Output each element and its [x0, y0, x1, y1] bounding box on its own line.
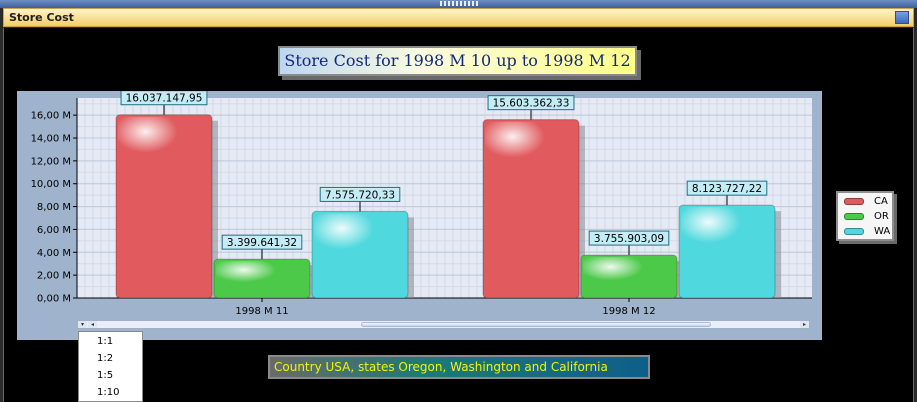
y-tick-label: 12,00 M	[31, 156, 71, 167]
legend-label-ca: CA	[874, 196, 888, 207]
bar-gloss	[681, 207, 773, 268]
chart-subtitle: Country USA, states Oregon, Washington a…	[268, 355, 650, 379]
data-label: 16.037.147,95	[126, 93, 203, 105]
panel-title-bar: Store Cost	[3, 8, 914, 27]
bar-gloss	[216, 261, 308, 296]
x-tick-label: 1998 M 11	[235, 306, 288, 317]
legend-label-wa: WA	[874, 226, 891, 237]
y-tick-label: 0,00 M	[37, 294, 71, 305]
bar-gloss	[118, 116, 210, 177]
zoom-item-1-5[interactable]: 1:5	[97, 370, 113, 381]
legend-swatch-or	[844, 213, 864, 220]
legend-swatch-wa	[844, 228, 864, 235]
x-tick-label: 1998 M 12	[602, 306, 655, 317]
plot-panel: 0,00 M 2,00 M 4,00 M 6,00 M 8,00 M 10,00 M 12,…	[17, 91, 822, 340]
y-tick-label: 4,00 M	[37, 248, 71, 259]
data-label: 3.755.903,09	[594, 233, 664, 245]
scroll-left-icon[interactable]: ◂	[88, 321, 97, 328]
panel-title: Store Cost	[9, 11, 74, 24]
y-tick-label: 16,00 M	[31, 111, 71, 122]
splitter-grip-icon[interactable]	[440, 1, 478, 6]
zoom-menu: 1:1 1:2 1:5 1:10	[78, 331, 143, 402]
data-label: 15.603.362,33	[493, 98, 570, 110]
legend-swatch-ca	[844, 198, 864, 205]
zoom-item-1-10[interactable]: 1:10	[97, 387, 119, 398]
chart-title: Store Cost for 1998 M 10 up to 1998 M 12	[278, 46, 637, 76]
legend-label-or: OR	[874, 211, 889, 222]
bar-gloss	[485, 121, 577, 182]
scroll-thumb[interactable]	[361, 322, 711, 327]
chart-legend: CA OR WA	[836, 191, 894, 241]
y-tick-label: 8,00 M	[37, 202, 71, 213]
zoom-item-1-1[interactable]: 1:1	[97, 336, 113, 347]
chart-horizontal-scrollbar[interactable]: ▾ ◂ ▸	[77, 320, 810, 329]
y-tick-label: 6,00 M	[37, 225, 71, 236]
panel-menu-icon[interactable]	[895, 11, 909, 24]
bar-gloss	[314, 213, 406, 274]
bar-gloss	[583, 257, 675, 296]
y-tick-label: 2,00 M	[37, 271, 71, 282]
data-label: 8.123.727,22	[692, 183, 762, 195]
top-splitter-bar[interactable]	[0, 0, 917, 8]
data-label: 3.399.641,32	[227, 237, 297, 249]
y-tick-label: 14,00 M	[31, 134, 71, 145]
scroll-right-icon[interactable]: ▸	[800, 321, 809, 328]
zoom-item-1-2[interactable]: 1:2	[97, 353, 113, 364]
y-tick-label: 10,00 M	[31, 179, 71, 190]
zoom-dropdown-icon[interactable]: ▾	[78, 321, 87, 328]
data-label: 7.575.720,33	[325, 189, 395, 201]
bar-chart: 0,00 M 2,00 M 4,00 M 6,00 M 8,00 M 10,00 M 12,…	[31, 91, 812, 317]
